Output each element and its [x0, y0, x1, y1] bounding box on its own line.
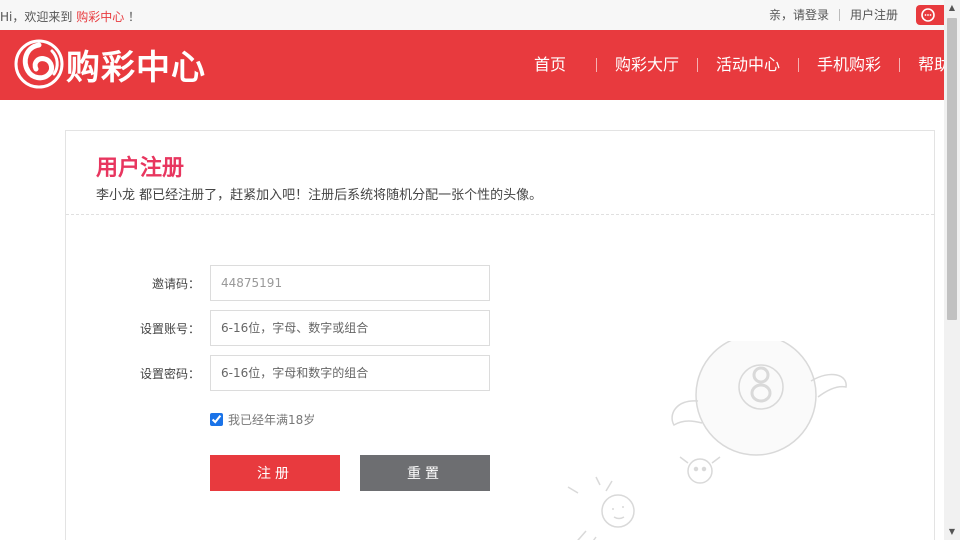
reset-button[interactable]: 重置	[360, 455, 490, 491]
account-input[interactable]	[210, 310, 490, 346]
register-panel-header: 用户注册 李小龙 都已经注册了，赶紧加入吧！注册后系统将随机分配一张个性的头像。	[66, 131, 934, 215]
age-checkbox[interactable]	[210, 413, 223, 426]
age-agreement-text: 我已经年满18岁	[228, 413, 316, 427]
nav-item-activities[interactable]: 活动中心	[698, 56, 798, 74]
top-links: 亲，请登录 用户注册	[759, 0, 944, 30]
account-label: 设置账号：	[139, 322, 200, 336]
register-panel: 用户注册 李小龙 都已经注册了，赶紧加入吧！注册后系统将随机分配一张个性的头像。…	[65, 130, 935, 540]
headset-chat-icon[interactable]	[916, 5, 944, 25]
page-title: 用户注册	[96, 156, 185, 181]
page-subtitle: 李小龙 都已经注册了，赶紧加入吧！注册后系统将随机分配一张个性的头像。	[96, 188, 543, 203]
main-header: 购彩中心 首页 购彩大厅 活动中心 手机购彩 帮助	[0, 30, 944, 100]
greeting-prefix: Hi，欢迎来到	[0, 10, 73, 24]
scrollbar-thumb[interactable]	[947, 18, 957, 320]
login-link[interactable]: 亲，请登录	[759, 8, 839, 22]
swirl-logo-icon	[14, 39, 64, 89]
age-agreement[interactable]: 我已经年满18岁	[210, 411, 315, 428]
invite-label: 邀请码：	[151, 277, 200, 291]
main-nav: 首页 购彩大厅 活动中心 手机购彩 帮助	[516, 30, 944, 100]
vertical-scrollbar[interactable]: ▲ ▼	[944, 0, 960, 540]
greeting-suffix: ！	[128, 10, 141, 24]
nav-item-mobile[interactable]: 手机购彩	[799, 56, 899, 74]
nav-item-home[interactable]: 首页	[516, 56, 596, 74]
register-link[interactable]: 用户注册	[840, 8, 908, 22]
account-row: 设置账号：	[66, 310, 566, 346]
site-logo[interactable]: 购彩中心	[14, 39, 206, 89]
submit-button[interactable]: 注册	[210, 455, 340, 491]
nav-item-lottery-hall[interactable]: 购彩大厅	[597, 56, 697, 74]
eight-ball-illustration	[567, 341, 847, 540]
logo-text: 购彩中心	[66, 47, 206, 88]
scroll-up-arrow-icon[interactable]: ▲	[944, 0, 960, 16]
invite-row: 邀请码：	[66, 265, 566, 301]
headset-chat-icon-graphic	[921, 8, 935, 22]
password-label: 设置密码：	[139, 367, 200, 381]
password-row: 设置密码：	[66, 355, 566, 391]
nav-item-help[interactable]: 帮助	[900, 56, 944, 74]
password-input[interactable]	[210, 355, 490, 391]
welcome-greeting: Hi，欢迎来到 购彩中心 ！	[0, 8, 140, 25]
scroll-down-arrow-icon[interactable]: ▼	[944, 524, 960, 540]
top-utility-bar: Hi，欢迎来到 购彩中心 ！ 亲，请登录 用户注册	[0, 0, 944, 30]
site-name-link[interactable]: 购彩中心	[76, 10, 124, 24]
invite-code-input[interactable]	[210, 265, 490, 301]
